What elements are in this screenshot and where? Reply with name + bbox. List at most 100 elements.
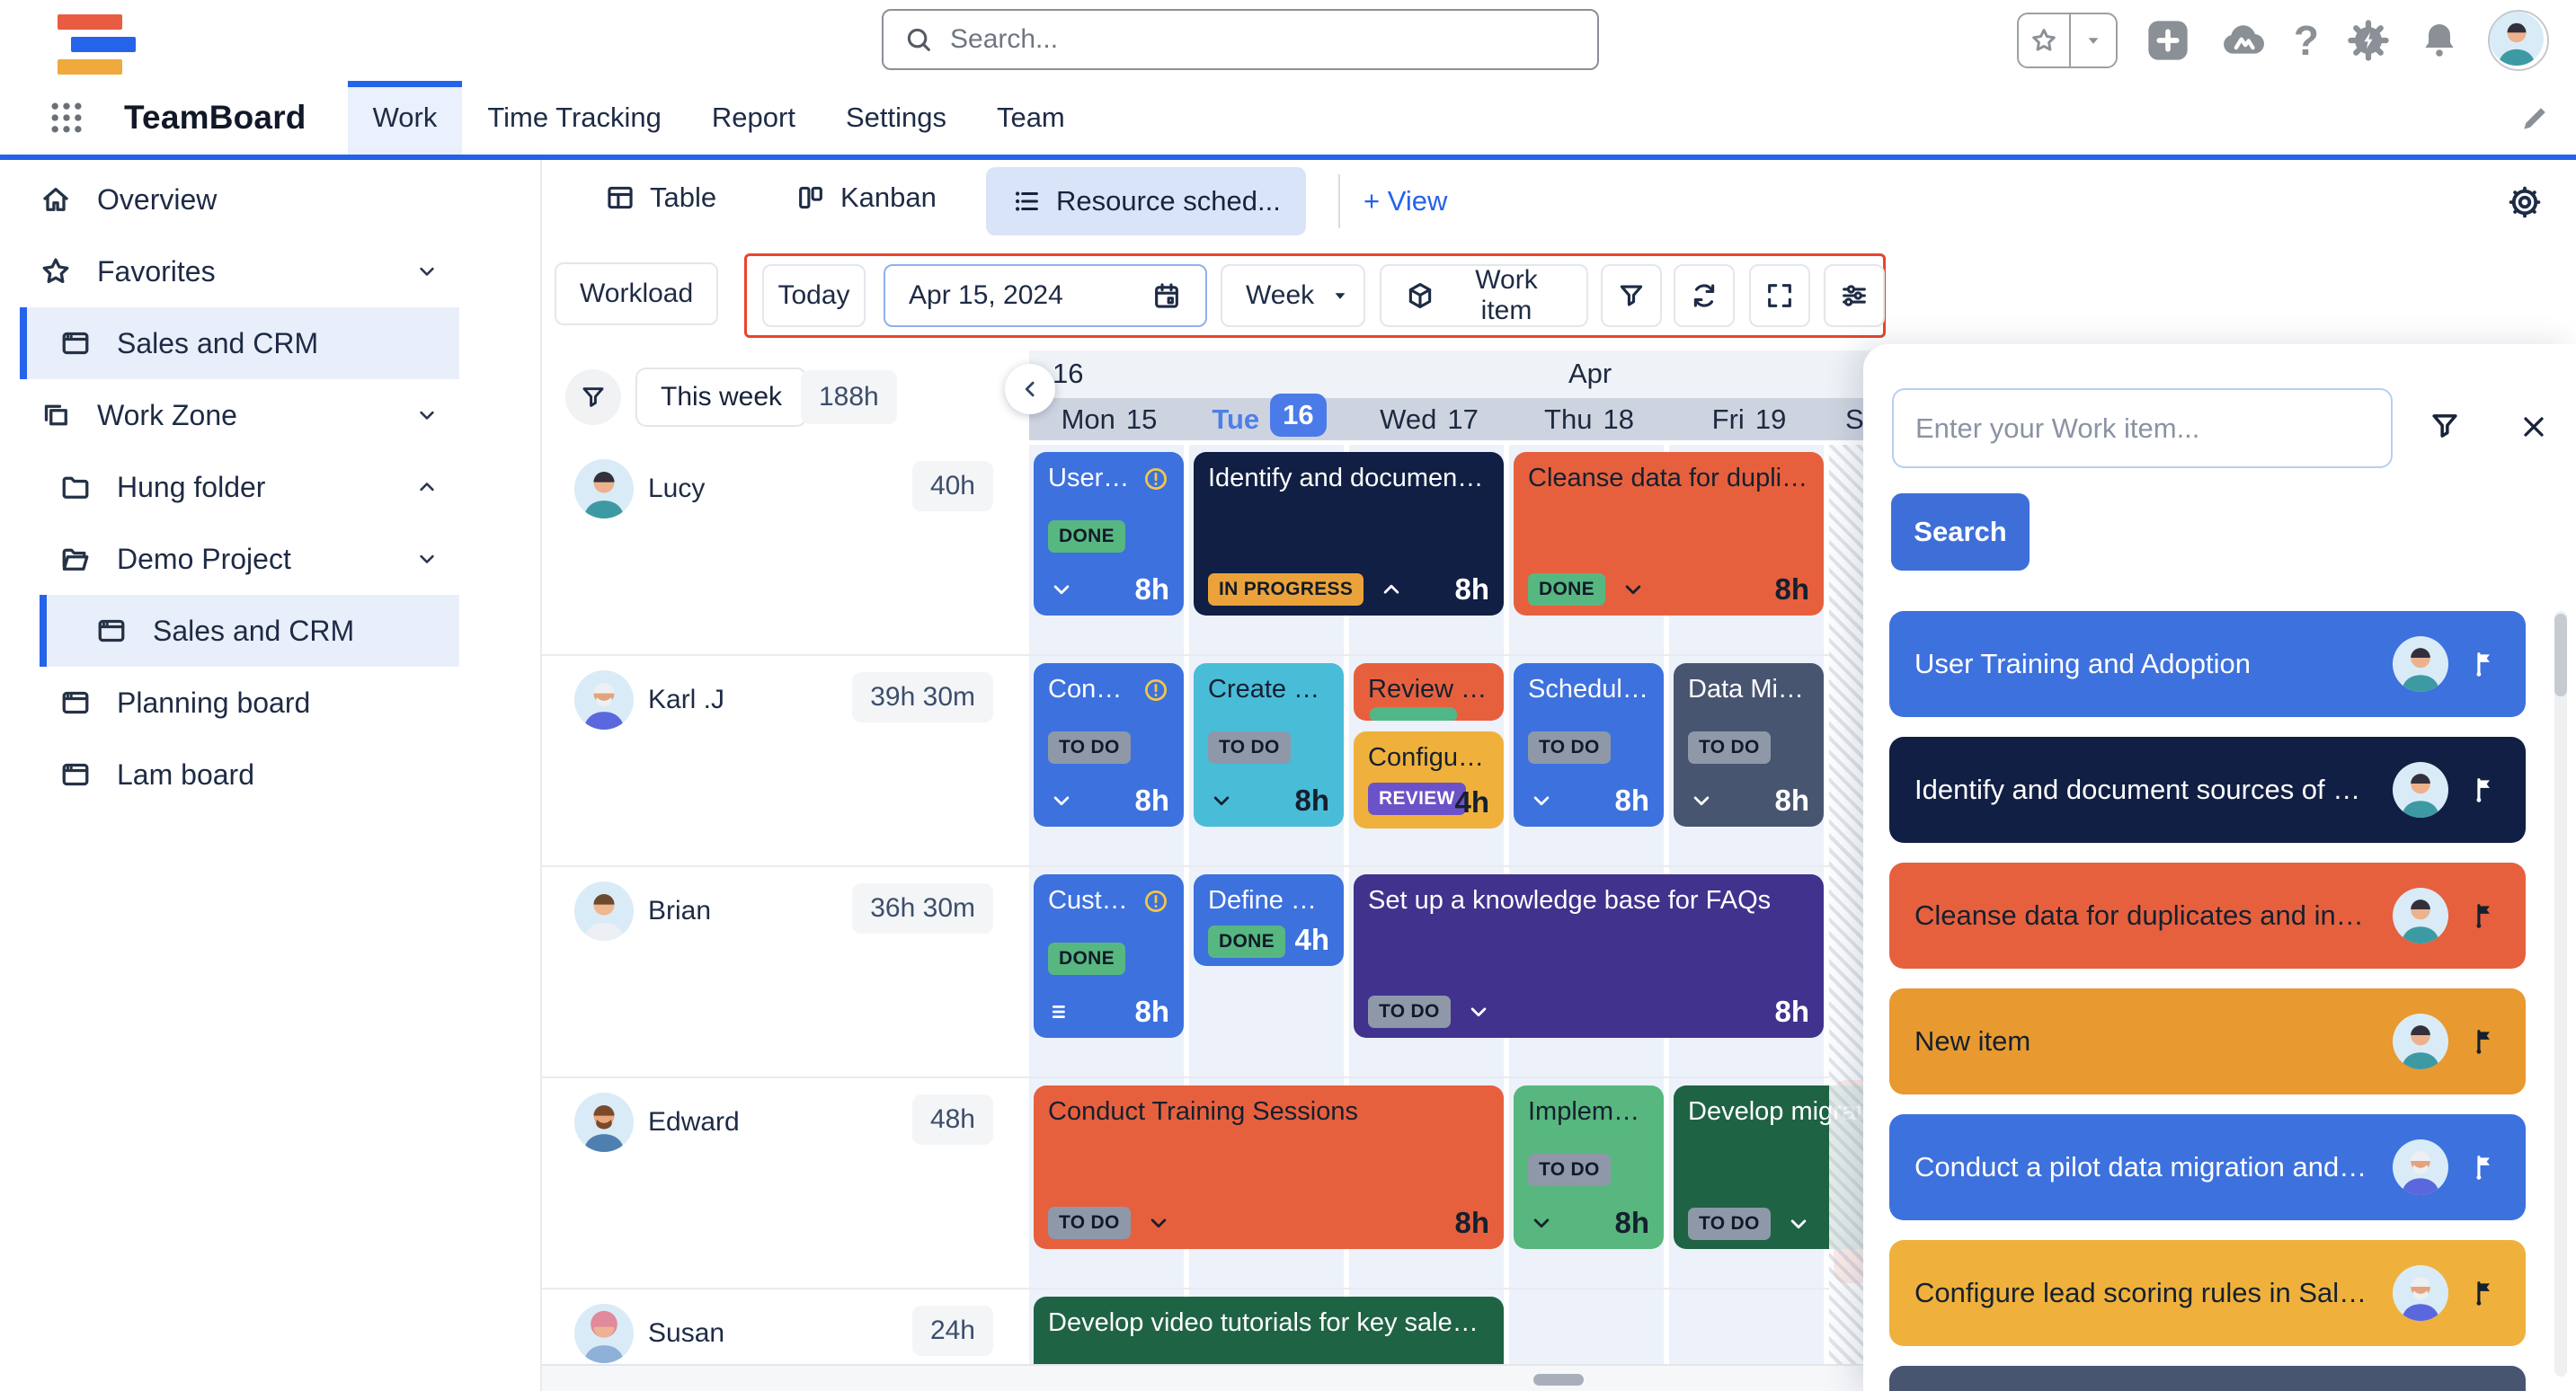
tab-kanban[interactable]: Kanban	[795, 182, 937, 214]
flag-icon[interactable]	[2470, 649, 2500, 679]
task-card[interactable]: Configure l...REVIEW4h	[1354, 731, 1504, 828]
star-icon[interactable]	[2019, 14, 2069, 66]
settings-sliders-button[interactable]	[1824, 264, 1885, 327]
chevron-down-icon[interactable]	[1785, 1210, 1812, 1237]
task-card[interactable]: Cleanse data for duplicate...DONE8h	[1514, 452, 1824, 616]
cloud-icon[interactable]	[2218, 16, 2267, 65]
status-badge: IN PROGRESS	[1208, 573, 1364, 606]
board-settings-gear-icon[interactable]	[2506, 183, 2544, 226]
close-icon[interactable]	[2518, 411, 2550, 447]
task-card[interactable]: Identify and document sou...IN PROGRESS8…	[1194, 452, 1504, 616]
flag-icon[interactable]	[2470, 1278, 2500, 1308]
chevron-down-icon[interactable]	[1465, 998, 1492, 1025]
work-item-search-input[interactable]	[1892, 388, 2393, 468]
chevron-down-icon[interactable]	[414, 259, 440, 284]
nav-item-report[interactable]: Report	[687, 81, 821, 155]
automation-gear-icon[interactable]	[2346, 18, 2391, 63]
add-icon[interactable]	[2145, 17, 2191, 64]
refresh-button[interactable]	[1674, 264, 1735, 327]
work-item-card[interactable]: Cleanse data for duplicates and inacc...	[1889, 863, 2526, 969]
sidebar-item-overview[interactable]: Overview	[0, 164, 540, 235]
today-button[interactable]: Today	[762, 264, 866, 327]
work-item-card[interactable]: Configure lead scoring rules in Salesf..…	[1889, 1240, 2526, 1346]
favorites-split-button[interactable]	[2017, 13, 2118, 68]
sidebar-item-sales-and-crm[interactable]: Sales and CRM	[20, 307, 459, 379]
work-item-card[interactable]	[1889, 1366, 2526, 1391]
top-header: ?	[0, 0, 2576, 81]
sidebar-item-lam-board[interactable]: Lam board	[0, 739, 540, 811]
chevron-up-icon[interactable]	[414, 474, 440, 500]
week-number: 16	[1053, 358, 1083, 390]
work-item-panel: Search User Training and Adoption Identi…	[1863, 344, 2576, 1391]
task-card[interactable]: Implement ...TO DO8h	[1514, 1085, 1664, 1249]
chevron-up-icon[interactable]	[1378, 576, 1405, 603]
nav-item-team[interactable]: Team	[972, 81, 1090, 155]
work-item-card[interactable]: User Training and Adoption	[1889, 611, 2526, 717]
chevron-down-icon[interactable]	[1620, 576, 1647, 603]
flag-icon[interactable]	[2470, 1152, 2500, 1183]
people-filter-button[interactable]	[565, 369, 621, 425]
chevron-down-icon[interactable]	[1145, 1209, 1172, 1236]
work-item-button[interactable]: Work item	[1380, 264, 1588, 327]
global-search-input[interactable]	[948, 23, 1577, 56]
task-card[interactable]: Condu...TO DO8h	[1034, 663, 1184, 827]
help-icon[interactable]: ?	[2294, 20, 2319, 61]
sidebar-item-sales-and-crm[interactable]: Sales and CRM	[40, 595, 459, 667]
sidebar-item-work-zone[interactable]: Work Zone	[0, 379, 540, 451]
nav-item-time-tracking[interactable]: Time Tracking	[462, 81, 687, 155]
work-item-card[interactable]: Conduct a pilot data migration and va...	[1889, 1114, 2526, 1220]
chevron-down-icon[interactable]	[414, 403, 440, 428]
panel-filter-icon[interactable]	[2428, 409, 2462, 447]
task-card[interactable]: Data Migra...TO DO8h	[1674, 663, 1824, 827]
caret-down-icon[interactable]	[2069, 14, 2116, 66]
task-card[interactable]: Conduct Training SessionsTO DO8h	[1034, 1085, 1504, 1249]
add-view-button[interactable]: + View	[1364, 185, 1447, 217]
task-card[interactable]: Define proj...DONE4h	[1194, 874, 1344, 966]
fullscreen-button[interactable]	[1749, 264, 1810, 327]
task-card[interactable]: Custo...DONE8h	[1034, 874, 1184, 1038]
chevron-down-icon[interactable]	[1208, 787, 1235, 814]
app-switcher-icon[interactable]	[47, 98, 86, 137]
tab-table[interactable]: Table	[605, 182, 716, 214]
chevron-down-icon[interactable]	[1688, 787, 1715, 814]
chevron-down-icon[interactable]	[1048, 787, 1075, 814]
chevron-down-icon[interactable]	[1048, 576, 1075, 603]
flag-icon[interactable]	[2470, 1026, 2500, 1057]
work-item-card[interactable]: New item	[1889, 988, 2526, 1094]
horizontal-scrollbar-thumb[interactable]	[1533, 1374, 1584, 1386]
task-card[interactable]: Develop video tutorials for key sales pr…	[1034, 1297, 1504, 1364]
person-hours-badge: 24h	[912, 1306, 993, 1356]
period-select[interactable]: Week	[1221, 264, 1365, 327]
edit-pencil-icon[interactable]	[2518, 101, 2553, 135]
vertical-scrollbar-thumb[interactable]	[2554, 614, 2567, 696]
flag-icon[interactable]	[2470, 900, 2500, 931]
panel-search-button[interactable]: Search	[1891, 493, 2030, 571]
notifications-bell-icon[interactable]	[2418, 19, 2461, 62]
filter-button[interactable]	[1601, 264, 1662, 327]
user-avatar[interactable]	[2488, 10, 2549, 71]
task-card[interactable]: Review exi...	[1354, 663, 1504, 721]
chevron-down-icon[interactable]	[414, 546, 440, 571]
sidebar-item-demo-project[interactable]: Demo Project	[0, 523, 540, 595]
task-card[interactable]: Schedule r...TO DO8h	[1514, 663, 1664, 827]
nav-item-work[interactable]: Work	[348, 81, 463, 155]
flag-icon[interactable]	[2470, 775, 2500, 805]
task-card[interactable]: Create use...TO DO8h	[1194, 663, 1344, 827]
task-card[interactable]: User T...DONE8h	[1034, 452, 1184, 616]
menu-icon[interactable]	[1048, 998, 1075, 1025]
date-picker[interactable]: Apr 15, 2024	[884, 264, 1207, 327]
tab-resource-scheduling[interactable]: Resource sched...	[986, 167, 1306, 235]
chevron-down-icon[interactable]	[1528, 787, 1555, 814]
work-item-list: User Training and Adoption Identify and …	[1889, 611, 2526, 1391]
work-item-card[interactable]: Identify and document sources of exi...	[1889, 737, 2526, 843]
sidebar-item-hung-folder[interactable]: Hung folder	[0, 451, 540, 523]
sidebar-item-planning-board[interactable]: Planning board	[0, 667, 540, 739]
nav-item-settings[interactable]: Settings	[821, 81, 972, 155]
nav-items: WorkTime TrackingReportSettingsTeam	[348, 81, 1090, 155]
chevron-down-icon[interactable]	[1528, 1209, 1555, 1236]
sidebar-item-favorites[interactable]: Favorites	[0, 235, 540, 307]
task-card[interactable]: Set up a knowledge base for FAQsTO DO8h	[1354, 874, 1824, 1038]
workload-button[interactable]: Workload	[555, 262, 718, 325]
this-week-button[interactable]: This week	[635, 368, 807, 427]
collapse-panel-button[interactable]	[1005, 364, 1055, 414]
